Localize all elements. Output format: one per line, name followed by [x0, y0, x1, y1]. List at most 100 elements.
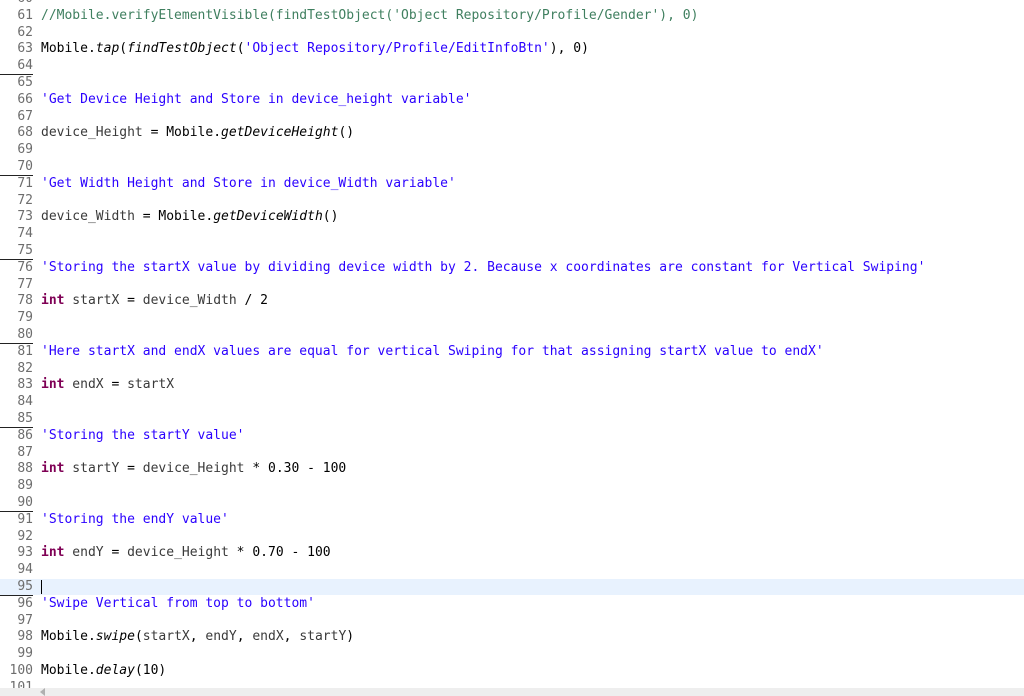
- horizontal-scrollbar[interactable]: [0, 688, 1024, 696]
- code-line[interactable]: 79: [0, 310, 1024, 326]
- code-token: device_Height: [41, 125, 143, 141]
- code-token: Mobile.: [41, 629, 96, 645]
- code-text: 'Storing the startY value': [41, 428, 245, 444]
- code-line[interactable]: 83 int endX = startX: [0, 377, 1024, 393]
- code-token: =: [119, 293, 143, 309]
- code-token: Mobile.: [158, 209, 214, 225]
- line-number: 88: [17, 461, 33, 477]
- code-token: startX: [127, 377, 175, 393]
- code-line[interactable]: 72: [0, 193, 1024, 209]
- code-line[interactable]: 81 'Here startX and endX values are equal…: [0, 344, 1024, 360]
- code-line[interactable]: 70: [0, 159, 1024, 176]
- code-text: 'Here startX and endX values are equal f…: [41, 344, 824, 360]
- code-line[interactable]: 85: [0, 411, 1024, 428]
- code-line[interactable]: 78 int startX = device_Width / 2: [0, 293, 1024, 309]
- code-token: startX: [142, 629, 190, 645]
- code-line[interactable]: 88 int startY = device_Height * 0.30 - 10…: [0, 461, 1024, 477]
- line-number: 91: [17, 511, 33, 527]
- code-token: endY: [64, 545, 104, 561]
- code-token: endX: [252, 629, 284, 645]
- code-line[interactable]: 73 device_Width = Mobile.getDeviceWidth(): [0, 209, 1024, 225]
- code-line[interactable]: 80: [0, 327, 1024, 344]
- line-number: 92: [17, 528, 33, 544]
- code-text: int startY = device_Height * 0.30 - 100: [41, 461, 346, 477]
- code-line[interactable]: 60: [0, 0, 1024, 7]
- code-token: (): [322, 209, 339, 225]
- code-token: device_Height: [127, 545, 229, 561]
- text-cursor: [41, 580, 42, 594]
- code-line[interactable]: 74: [0, 226, 1024, 242]
- line-number: 87: [17, 444, 33, 460]
- code-token: 'Get Width Height and Store in device_Wi…: [41, 175, 456, 191]
- code-line[interactable]: 68 device_Height = Mobile.getDeviceHeight…: [0, 125, 1024, 141]
- code-line[interactable]: 71 'Get Width Height and Store in device_…: [0, 176, 1024, 192]
- code-line[interactable]: 75: [0, 243, 1024, 260]
- line-number: 84: [17, 394, 33, 410]
- code-text: 'Storing the startX value by dividing de…: [41, 260, 925, 276]
- code-line[interactable]: 95: [0, 579, 1024, 596]
- code-line[interactable]: 92: [0, 529, 1024, 545]
- line-number: 60: [0, 0, 33, 7]
- line-number: 90: [0, 495, 33, 512]
- code-token: endX: [64, 377, 104, 393]
- code-line[interactable]: 64: [0, 58, 1024, 76]
- code-line[interactable]: 86 'Storing the startY value': [0, 428, 1024, 444]
- code-line[interactable]: 76 'Storing the startX value by dividing …: [0, 260, 1024, 276]
- code-line[interactable]: 66 'Get Device Height and Store in device…: [0, 92, 1024, 108]
- code-line[interactable]: 99: [0, 646, 1024, 662]
- code-line[interactable]: 87: [0, 445, 1024, 461]
- line-number: 89: [17, 478, 33, 494]
- code-token: int: [41, 461, 65, 477]
- line-number: 79: [17, 310, 33, 326]
- line-number: 66: [17, 91, 33, 107]
- line-number: 73: [17, 209, 33, 225]
- code-editor[interactable]: 6061 //Mobile.verifyElementVisible(findTe…: [0, 0, 1024, 695]
- code-token: (): [338, 125, 355, 141]
- code-line[interactable]: 90: [0, 495, 1024, 512]
- line-number: 72: [17, 192, 33, 208]
- line-number: 97: [17, 612, 33, 628]
- code-line[interactable]: 67: [0, 109, 1024, 125]
- code-token: 'Swipe Vertical from top to bottom': [41, 595, 315, 611]
- line-number: 64: [0, 58, 33, 76]
- code-line[interactable]: 84: [0, 394, 1024, 410]
- code-token: ): [346, 629, 355, 645]
- code-line[interactable]: 94: [0, 562, 1024, 578]
- code-token: ,: [189, 629, 206, 645]
- code-line[interactable]: 77: [0, 277, 1024, 293]
- code-line[interactable]: 61 //Mobile.verifyElementVisible(findTest…: [0, 8, 1024, 24]
- code-token: getDeviceWidth: [213, 209, 323, 225]
- code-token: findTestObject: [127, 41, 237, 57]
- code-token: ,: [283, 629, 300, 645]
- code-token: int: [41, 293, 65, 309]
- code-line[interactable]: 97: [0, 613, 1024, 629]
- code-token: Mobile.: [166, 125, 222, 141]
- code-line[interactable]: 96 'Swipe Vertical from top to bottom': [0, 596, 1024, 612]
- line-number: 68: [17, 125, 33, 141]
- code-line[interactable]: 100 Mobile.delay(10): [0, 663, 1024, 679]
- code-line[interactable]: 98 Mobile.swipe(startX, endY, endX, start…: [0, 629, 1024, 645]
- code-token: endY: [205, 629, 237, 645]
- code-token: 'Object Repository/Profile/EditInfoBtn': [244, 41, 550, 57]
- line-number: 65: [17, 75, 33, 90]
- scroll-left-arrow-icon[interactable]: [40, 688, 45, 696]
- code-text: 'Get Device Height and Store in device_h…: [41, 92, 471, 108]
- code-line[interactable]: 93 int endY = device_Height * 0.70 - 100: [0, 545, 1024, 561]
- code-line[interactable]: 63 Mobile.tap(findTestObject('Object Repo…: [0, 41, 1024, 57]
- code-line[interactable]: 65: [0, 75, 1024, 91]
- code-token: delay: [95, 663, 135, 678]
- code-line[interactable]: 82: [0, 361, 1024, 377]
- code-token: 'Storing the startX value by dividing de…: [41, 259, 926, 275]
- line-number: 74: [17, 226, 33, 242]
- code-text: device_Height = Mobile.getDeviceHeight(): [41, 125, 354, 141]
- code-line[interactable]: 89: [0, 478, 1024, 494]
- line-number: 76: [17, 259, 33, 275]
- code-line[interactable]: 91 'Storing the endY value': [0, 512, 1024, 528]
- code-token: device_Height: [142, 461, 245, 477]
- line-number: 95: [0, 579, 33, 596]
- code-line[interactable]: 69: [0, 142, 1024, 158]
- code-token: =: [103, 377, 128, 393]
- code-line[interactable]: 62: [0, 25, 1024, 41]
- line-number: 71: [17, 175, 33, 191]
- line-number: 85: [0, 411, 33, 428]
